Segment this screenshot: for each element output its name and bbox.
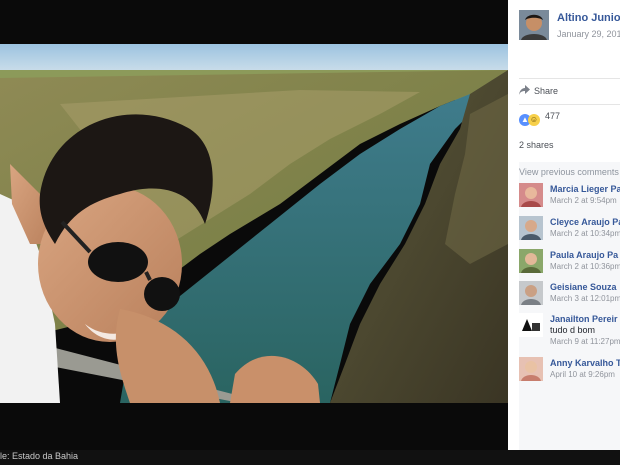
reaction-count: 477 (545, 111, 561, 121)
commenter-avatar[interactable] (519, 249, 543, 273)
share-arrow-icon (519, 85, 530, 95)
comment-item: Anny Karvalho T April 10 at 9:26pm (519, 357, 620, 387)
comment-item: Cleyce Araujo Pa March 2 at 10:34pm (519, 216, 620, 246)
share-button[interactable]: Share (519, 85, 558, 99)
commenter-name[interactable]: Janailton Pereir (550, 314, 618, 324)
commenter-avatar[interactable] (519, 313, 543, 337)
comment-time[interactable]: March 9 at 11:27pm (550, 337, 620, 346)
commenter-name[interactable]: Marcia Lieger Pa (550, 184, 620, 194)
commenter-avatar[interactable] (519, 281, 543, 305)
comment-time[interactable]: March 2 at 9:54pm (550, 196, 617, 205)
post-author: Altino Junio January 29, 201 (519, 10, 620, 44)
commenter-avatar[interactable] (519, 183, 543, 207)
author-name[interactable]: Altino Junio (557, 12, 620, 24)
view-previous-comments-link[interactable]: View previous comments (519, 167, 619, 177)
divider (519, 104, 620, 105)
comment-time[interactable]: March 2 at 10:36pm (550, 262, 620, 271)
comment-text: tudo d bom (550, 325, 596, 335)
commenter-name[interactable]: Paula Araujo Pa (550, 250, 618, 260)
comment-time[interactable]: April 10 at 9:26pm (550, 370, 615, 379)
commenter-name[interactable]: Cleyce Araujo Pa (550, 217, 620, 227)
commenter-name[interactable]: Geisiane Souza (550, 282, 617, 292)
commenter-avatar[interactable] (519, 357, 543, 381)
comments-section: View previous comments Marcia Lieger Pa … (519, 162, 620, 450)
reactions-summary[interactable]: ▲☺ 477 (519, 111, 561, 126)
commenter-avatar[interactable] (519, 216, 543, 240)
divider (519, 78, 620, 79)
commenter-name[interactable]: Anny Karvalho T (550, 358, 620, 368)
photo-caption: le: Estado da Bahia (0, 451, 79, 461)
share-label: Share (534, 86, 559, 96)
post-date[interactable]: January 29, 201 (557, 29, 620, 39)
photo-footer-bar (0, 450, 620, 465)
post-side-panel: Altino Junio January 29, 201 Share ▲☺ 477… (508, 0, 620, 450)
comment-item: Paula Araujo Pa March 2 at 10:36pm (519, 249, 620, 279)
photo-viewer-stage (0, 0, 508, 465)
shares-count-link[interactable]: 2 shares (519, 140, 554, 150)
comment-item: Marcia Lieger Pa March 2 at 9:54pm (519, 183, 620, 213)
post-photo[interactable] (0, 44, 508, 403)
comment-item: Janailton Pereir tudo d bom March 9 at 1… (519, 313, 620, 353)
author-avatar[interactable] (519, 10, 549, 40)
comment-time[interactable]: March 3 at 12:01pm (550, 294, 620, 303)
comment-item: Geisiane Souza March 3 at 12:01pm (519, 281, 620, 311)
comment-time[interactable]: March 2 at 10:34pm (550, 229, 620, 238)
photo-image (0, 44, 508, 403)
haha-reaction-icon: ☺ (528, 114, 540, 126)
